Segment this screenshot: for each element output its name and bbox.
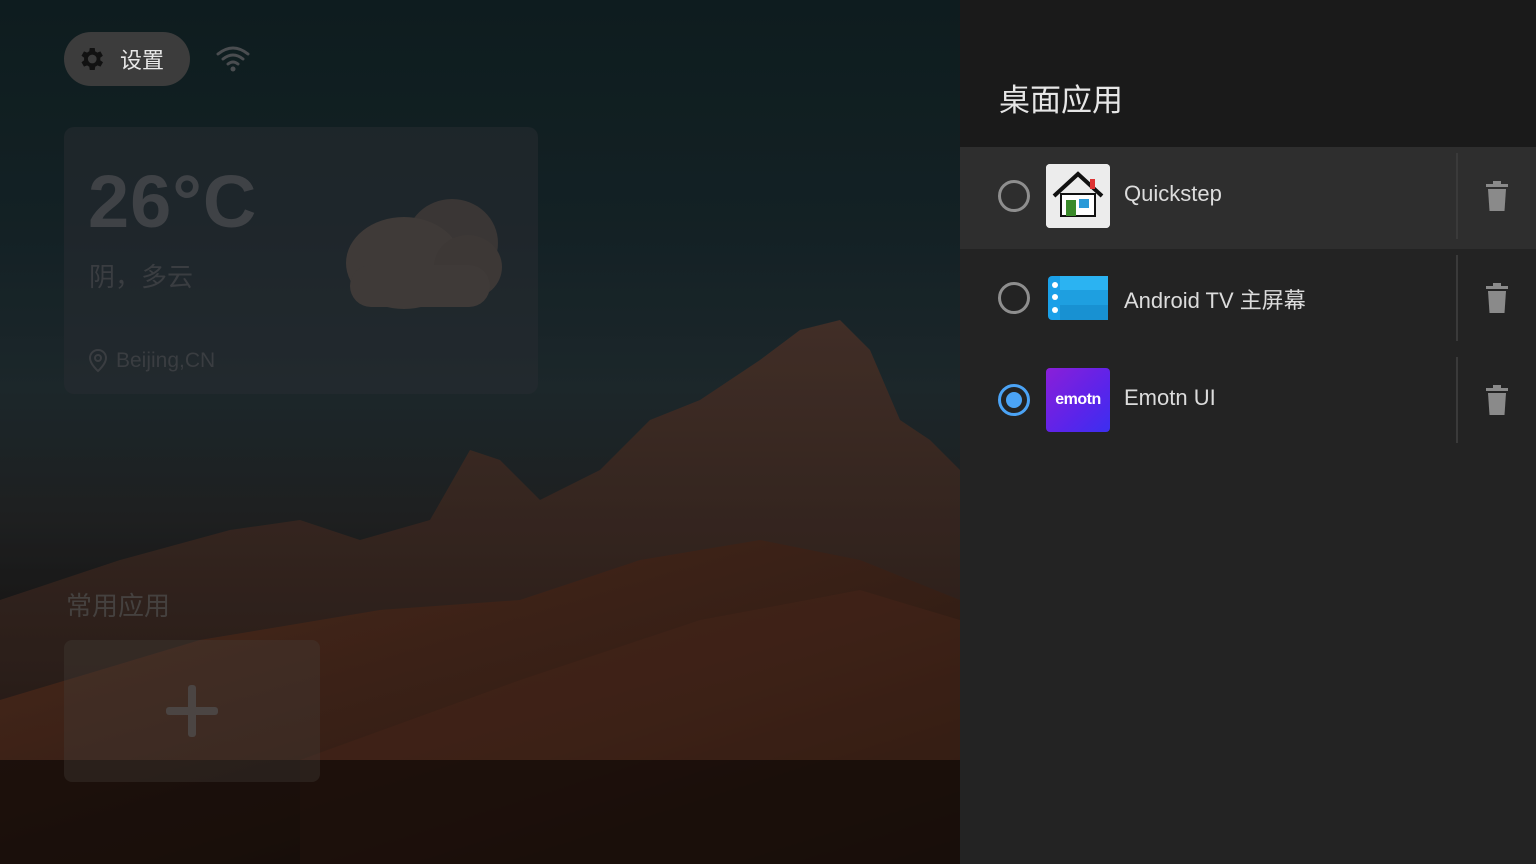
app-name: Quickstep <box>1124 181 1222 206</box>
weather-condition: 阴，多云 <box>89 263 194 293</box>
panel-title: 桌面应用 <box>999 83 1123 119</box>
wifi-icon <box>216 46 250 72</box>
cloud-icon <box>346 199 502 309</box>
radio-button[interactable] <box>998 180 1030 212</box>
app-row-emotn-ui[interactable]: emotn Emotn UI <box>960 351 1536 453</box>
emotn-logo-text: emotn <box>1055 391 1101 408</box>
emotn-icon: emotn <box>1046 368 1110 432</box>
plus-icon <box>166 685 218 737</box>
radio-button-selected[interactable] <box>998 384 1030 416</box>
house-icon <box>1046 164 1110 228</box>
weather-widget[interactable]: 26°C 阴，多云 Beijing,CN <box>64 127 538 394</box>
location-pin-icon <box>88 349 108 373</box>
app-row-quickstep[interactable]: Quickstep <box>960 147 1536 249</box>
location-label: Beijing,CN <box>116 349 216 372</box>
app-row-android-tv[interactable]: Android TV 主屏幕 <box>960 249 1536 351</box>
app-name: Emotn UI <box>1124 385 1216 410</box>
weather-location: Beijing,CN <box>88 349 215 373</box>
settings-button[interactable]: 设置 <box>64 32 190 86</box>
launcher-background: 设置 26°C 阴，多云 Beijing,CN 常用应用 <box>0 0 960 864</box>
trash-icon[interactable] <box>1483 180 1511 212</box>
add-app-button[interactable] <box>64 640 320 782</box>
panel-header: 桌面应用 <box>960 0 1536 147</box>
home-app-panel: 桌面应用 Quickstep Android TV 主屏幕 emotn Emot… <box>960 0 1536 864</box>
temperature: 26°C <box>88 160 258 243</box>
app-name: Android TV 主屏幕 <box>1124 288 1306 313</box>
android-tv-home-icon <box>1046 266 1110 330</box>
trash-icon[interactable] <box>1483 384 1511 416</box>
favorites-title: 常用应用 <box>66 592 171 622</box>
radio-button[interactable] <box>998 282 1030 314</box>
settings-label: 设置 <box>120 49 165 74</box>
trash-icon[interactable] <box>1483 282 1511 314</box>
gear-icon <box>81 48 103 70</box>
